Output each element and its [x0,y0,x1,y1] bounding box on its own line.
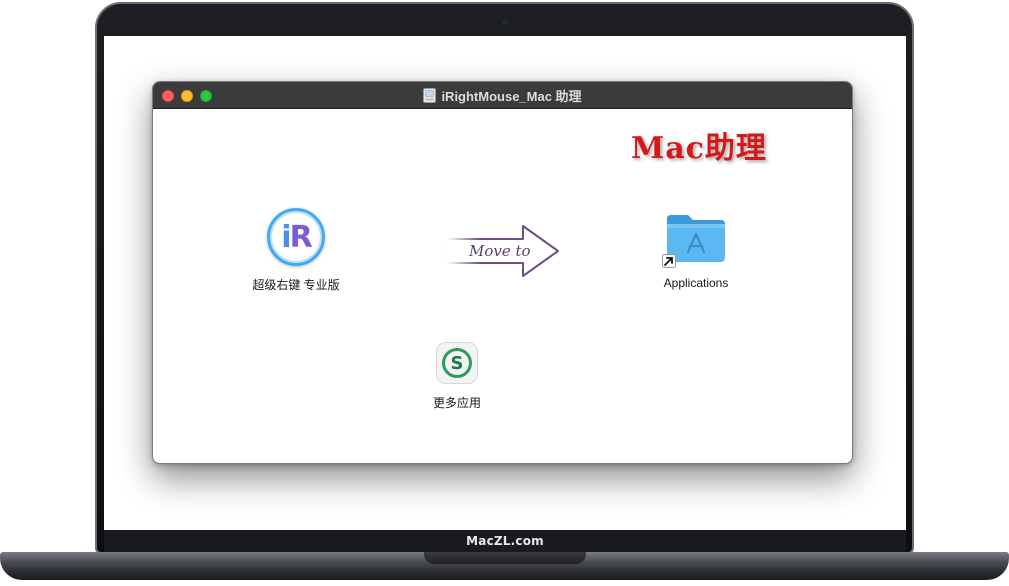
alias-arrow-icon [662,254,676,268]
brand-label: MacZL.com [466,534,544,548]
move-to-arrow: Move to [445,223,561,279]
disk-image-icon [423,88,437,103]
applications-folder-icon[interactable] [662,210,728,268]
more-apps-item[interactable]: S 更多应用 [417,342,497,411]
irightmouse-app-icon[interactable]: iR [267,208,325,266]
laptop-screen: iRightMouse_Mac 助理 Mac助理 iR 超级右键 专业版 Mov… [104,36,906,530]
desktop-stage: iRightMouse_Mac 助理 Mac助理 iR 超级右键 专业版 Mov… [0,0,1009,586]
more-apps-icon[interactable]: S [436,342,478,384]
app-item[interactable]: iR 超级右键 专业版 [241,208,351,293]
app-label: 超级右键 专业版 [252,278,340,292]
watermark-logo: Mac助理 [631,131,767,166]
arrow-label: Move to [468,242,531,260]
window-titlebar[interactable]: iRightMouse_Mac 助理 [153,82,852,109]
dmg-window: iRightMouse_Mac 助理 Mac助理 iR 超级右键 专业版 Mov… [152,81,853,464]
camera [502,19,508,25]
more-apps-label: 更多应用 [432,396,481,410]
window-content: Mac助理 iR 超级右键 专业版 Move to Applications S… [153,109,852,463]
arrow-right-icon: Move to [446,225,559,277]
window-title-group: iRightMouse_Mac 助理 [153,82,852,109]
laptop-notch [424,552,586,564]
window-title: iRightMouse_Mac 助理 [441,89,582,104]
applications-folder-item[interactable]: Applications [650,210,742,290]
applications-label: Applications [663,276,729,290]
laptop-chin: MacZL.com [104,530,906,552]
